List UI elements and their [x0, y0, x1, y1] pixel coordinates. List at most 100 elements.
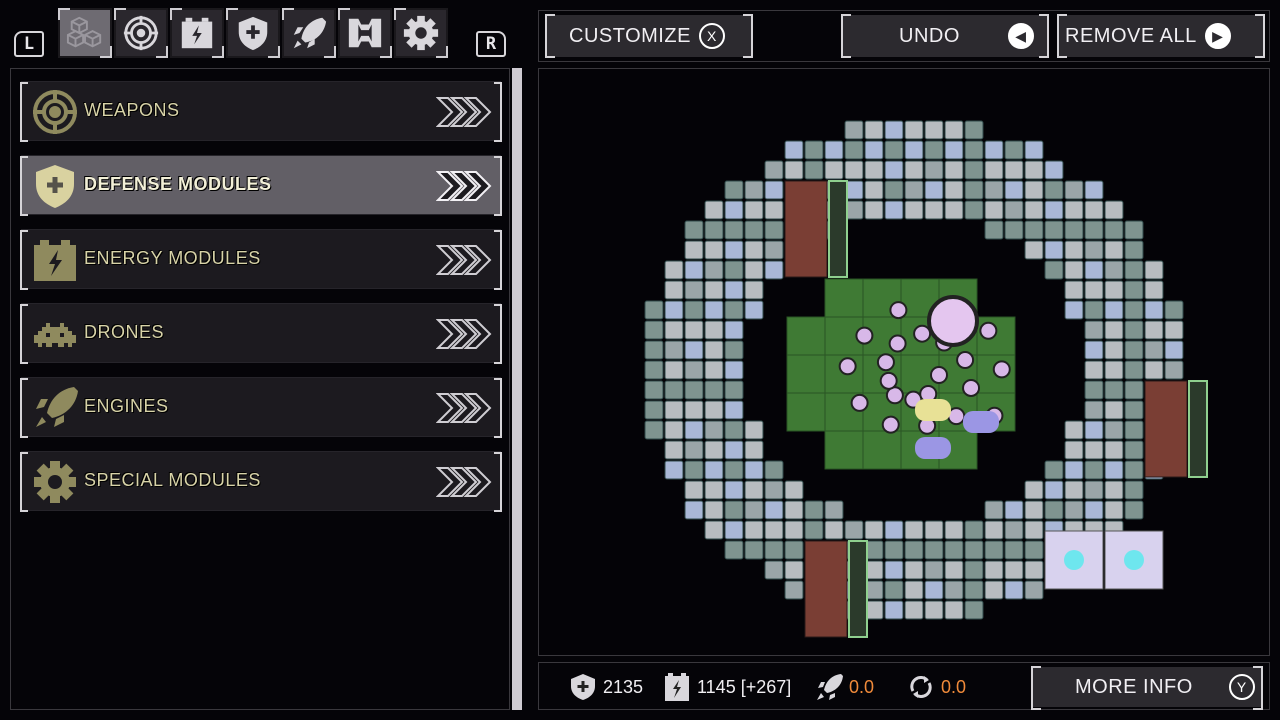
sensor-block — [1104, 380, 1124, 400]
toolbar: CUSTOMIZE X UNDO ◀ REMOVE ALL ▶ — [538, 10, 1270, 62]
hull-plate — [984, 200, 1004, 220]
hull-plate — [664, 260, 684, 280]
sensor-block — [944, 540, 964, 560]
category-energy-modules[interactable]: ENERGY MODULES — [20, 229, 502, 290]
sensor-block — [804, 500, 824, 520]
hull-plate — [944, 520, 964, 540]
armor-cylinder — [1164, 340, 1184, 360]
armor-cylinder — [664, 340, 684, 360]
hull-plate — [744, 200, 764, 220]
sensor-block — [1124, 280, 1144, 300]
radiation-cell — [838, 357, 857, 376]
x-button-icon: X — [698, 23, 725, 49]
armor-cylinder — [1004, 500, 1024, 520]
remove-all-button[interactable]: REMOVE ALL ▶ — [1057, 14, 1265, 58]
armor-cylinder — [684, 280, 704, 300]
category-drones[interactable]: DRONES — [20, 303, 502, 364]
sensor-block — [1044, 260, 1064, 280]
tab-weapons[interactable] — [114, 8, 168, 58]
hull-plate — [704, 400, 724, 420]
sensor-block — [724, 180, 744, 200]
left-trigger-icon: ◀ — [1007, 23, 1034, 49]
armor-cylinder — [744, 460, 764, 480]
reactor-tile — [824, 278, 864, 318]
hull-plate — [904, 160, 924, 180]
hull-plate — [1024, 560, 1044, 580]
rocket-icon — [293, 17, 327, 49]
armor-cylinder — [764, 260, 784, 280]
list-scrollbar[interactable] — [512, 68, 522, 710]
tab-energy[interactable] — [170, 8, 224, 58]
hull-plate — [944, 200, 964, 220]
hull-plate — [924, 120, 944, 140]
armor-cylinder — [744, 500, 764, 520]
hull-plate — [904, 560, 924, 580]
sensor-block — [884, 540, 904, 560]
category-special-modules[interactable]: SPECIAL MODULES — [20, 451, 502, 512]
sensor-block — [664, 380, 684, 400]
tab-engines[interactable] — [282, 8, 336, 58]
tab-modules[interactable] — [58, 8, 112, 58]
tab-special[interactable] — [394, 8, 448, 58]
hull-plate — [904, 520, 924, 540]
armor-cylinder — [704, 260, 724, 280]
ship-editor-viewport[interactable] — [538, 68, 1270, 656]
armor-cylinder — [724, 360, 744, 380]
armor-cylinder — [684, 360, 704, 380]
hull-plate — [784, 560, 804, 580]
energy-value: 1145 [+267] — [697, 676, 792, 697]
hull-plate — [1104, 480, 1124, 500]
customize-button[interactable]: CUSTOMIZE X — [545, 14, 753, 58]
armor-cylinder — [1084, 340, 1104, 360]
shield-emitter — [1064, 550, 1084, 570]
armor-cylinder — [1064, 500, 1084, 520]
sensor-block — [1084, 300, 1104, 320]
radiation-cell — [888, 334, 907, 353]
sensor-block — [1124, 420, 1144, 440]
sensor-block — [684, 380, 704, 400]
energy-capsule — [915, 437, 951, 459]
more-info-button[interactable]: MORE INFO Y — [1031, 666, 1263, 710]
more-info-label: MORE INFO — [1075, 675, 1193, 698]
category-engines[interactable]: ENGINES — [20, 377, 502, 438]
hull-plate — [704, 520, 724, 540]
sensor-block — [804, 520, 824, 540]
armor-cylinder — [984, 180, 1004, 200]
armor-cylinder — [724, 440, 744, 460]
armor-cylinder — [1064, 180, 1084, 200]
customize-label: CUSTOMIZE — [569, 24, 691, 47]
sensor-block — [924, 540, 944, 560]
stat-energy: 1145 [+267] — [663, 673, 791, 701]
armor-cylinder — [944, 580, 964, 600]
battery-icon — [181, 17, 213, 49]
tab-hull[interactable] — [338, 8, 392, 58]
hull-plate — [1024, 160, 1044, 180]
shoulder-left-button[interactable]: L — [14, 31, 44, 57]
armor-cylinder — [1084, 500, 1104, 520]
ship-layout[interactable] — [539, 69, 1270, 656]
category-label: WEAPONS — [84, 100, 180, 120]
sensor-block — [644, 320, 664, 340]
hull-plate — [1104, 500, 1124, 520]
undo-button[interactable]: UNDO ◀ — [841, 14, 1049, 58]
category-defense-modules[interactable]: DEFENSE MODULES — [20, 155, 502, 216]
armor-cylinder — [744, 300, 764, 320]
chevrons-icon — [436, 245, 492, 275]
shoulder-right-button[interactable]: R — [476, 31, 506, 57]
armor-cylinder — [1064, 300, 1084, 320]
armor-cylinder — [1004, 200, 1024, 220]
reactor-core — [927, 295, 979, 347]
armor-cylinder — [884, 200, 904, 220]
armor-cylinder — [724, 480, 744, 500]
hull-plate — [1084, 440, 1104, 460]
reactor-tile — [786, 392, 826, 432]
hull-plate — [664, 400, 684, 420]
hull-plate — [1064, 260, 1084, 280]
category-label: ENGINES — [84, 396, 169, 416]
armor-cylinder — [724, 520, 744, 540]
target-icon — [33, 90, 77, 134]
armor-cylinder — [844, 520, 864, 540]
category-weapons[interactable]: WEAPONS — [20, 81, 502, 142]
hull-plate — [1064, 480, 1084, 500]
tab-defense[interactable] — [226, 8, 280, 58]
